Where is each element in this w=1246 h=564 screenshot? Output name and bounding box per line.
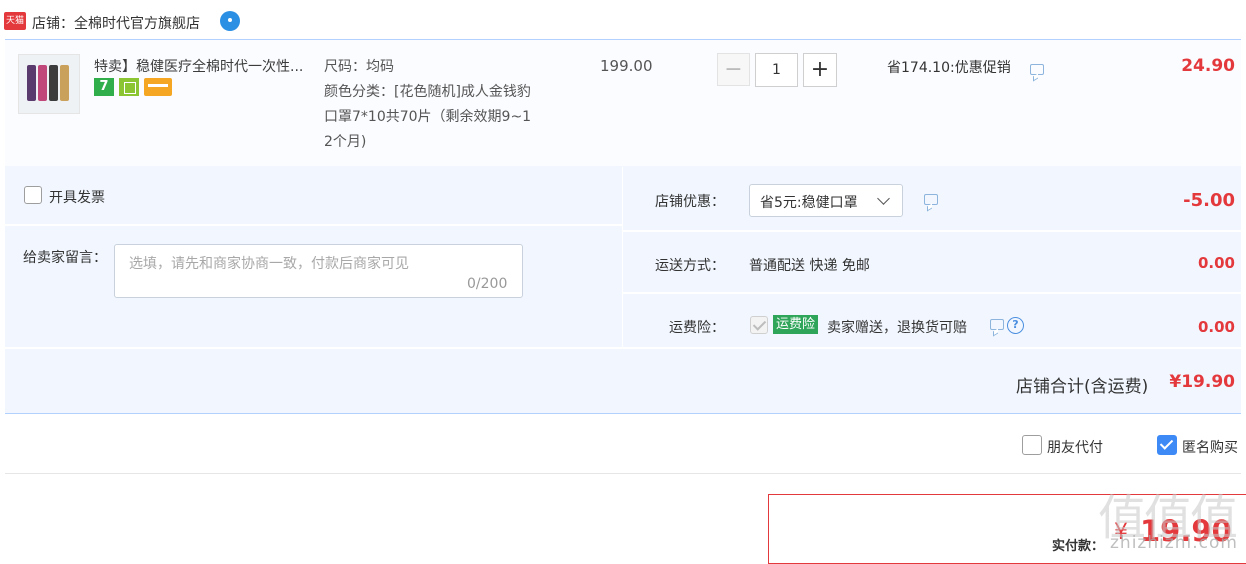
message-icon[interactable] [1030, 64, 1044, 75]
seller-message-placeholder[interactable]: 选填，请先和商家协商一致，付款后商家可见 [129, 253, 409, 273]
quantity-input[interactable]: 1 [755, 53, 798, 87]
watermark-url: zhizhizhi.com [1110, 533, 1238, 553]
spec-size: 尺码：均码 [324, 59, 394, 75]
panel-divider [622, 167, 623, 348]
spec-color-line: 2个月) [324, 134, 367, 150]
friend-pay-label[interactable]: 朋友代付 [1047, 437, 1103, 457]
message-label: 给卖家留言： [23, 250, 107, 266]
store-name[interactable]: 店铺：全棉时代官方旗舰店 [32, 13, 200, 33]
anonymous-label[interactable]: 匿名购买 [1182, 437, 1238, 457]
product-thumbnail[interactable] [18, 54, 80, 114]
thumbnail-pack [38, 65, 47, 101]
message-char-counter: 0/200 [467, 276, 508, 292]
panel-divider [5, 347, 1241, 349]
unit-price: 199.00 [600, 57, 653, 75]
spec-color-line: 口罩7*10共70片（剩余效期9~1 [324, 109, 532, 125]
store-discount-amount: -5.00 [1183, 190, 1235, 211]
item-subtotal: 24.90 [1181, 56, 1235, 76]
help-icon[interactable]: ? [1007, 317, 1024, 334]
thumbnail-pack [49, 65, 58, 101]
spec-color-line: 颜色分类：[花色随机]成人金钱豹 [324, 84, 531, 100]
tmall-logo-icon: 天猫 [4, 12, 26, 30]
store-discount-label: 店铺优惠： [655, 194, 725, 210]
shipping-method: 普通配送 快递 免邮 [749, 258, 870, 274]
thumbnail-pack [60, 65, 69, 101]
message-icon[interactable] [924, 194, 938, 205]
anonymous-checkbox[interactable] [1157, 435, 1177, 455]
panel-divider [5, 224, 622, 226]
seven-day-return-icon[interactable]: 7 [94, 78, 114, 96]
store-total-value: ¥19.90 [1169, 372, 1235, 392]
message-icon[interactable] [990, 319, 1004, 330]
thumbnail-pack [27, 65, 36, 101]
guarantee-icon[interactable] [119, 78, 139, 96]
insurance-checkbox [750, 316, 768, 334]
quantity-decrease-button[interactable]: − [717, 53, 750, 86]
shipping-amount: 0.00 [1197, 254, 1235, 272]
insurance-label: 运费险： [669, 320, 725, 336]
invoice-label[interactable]: 开具发票 [49, 187, 105, 207]
store-discount-selected[interactable]: 省5元:稳健口罩 [760, 192, 858, 212]
pay-label: 实付款： [1052, 539, 1105, 554]
promotion-text: 省174.10:优惠促销 [887, 60, 1011, 76]
invoice-checkbox[interactable] [24, 186, 42, 204]
product-title-link[interactable]: 特卖】稳健医疗全棉时代一次性... [94, 56, 318, 76]
insurance-text: 卖家赠送，退换货可赔 [827, 320, 967, 336]
panel-divider [623, 230, 1241, 232]
footer-separator [5, 473, 1241, 474]
store-total-label: 店铺合计(含运费) [1016, 377, 1149, 397]
quantity-increase-button[interactable]: + [803, 53, 837, 87]
panel-divider [623, 292, 1241, 294]
shipping-label: 运送方式： [655, 258, 725, 274]
credit-card-icon[interactable] [144, 78, 172, 96]
insurance-tag: 运费险 [773, 315, 819, 334]
insurance-amount: 0.00 [1197, 318, 1235, 336]
chat-bubble-icon[interactable] [220, 11, 240, 31]
friend-pay-checkbox[interactable] [1022, 435, 1042, 455]
